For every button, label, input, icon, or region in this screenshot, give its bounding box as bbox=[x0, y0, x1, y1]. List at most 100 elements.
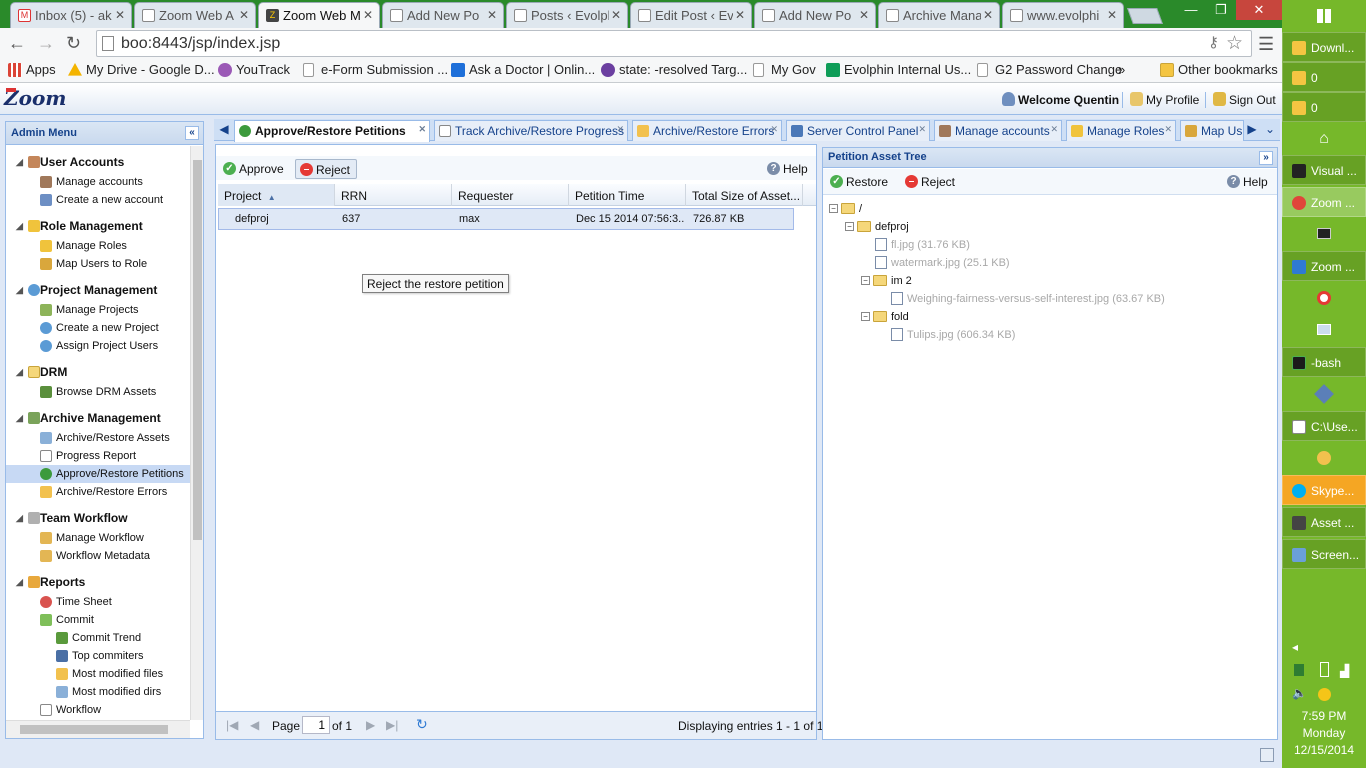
battery-icon[interactable] bbox=[1320, 662, 1329, 677]
tree-node-defproj[interactable]: − defproj bbox=[845, 219, 909, 235]
close-icon[interactable]: ✕ bbox=[487, 8, 497, 22]
taskbar-app-red[interactable] bbox=[1282, 283, 1366, 313]
column-header-requester[interactable]: Requester bbox=[452, 184, 569, 206]
menu-item-most-modified-dirs[interactable]: Most modified dirs bbox=[56, 683, 161, 701]
menu-item-create-account[interactable]: Create a new account bbox=[40, 191, 163, 209]
taskbar-item-folder-2[interactable]: 0 bbox=[1282, 92, 1366, 122]
new-tab-button[interactable] bbox=[1127, 8, 1163, 24]
taskbar-virtualbox[interactable] bbox=[1282, 379, 1366, 409]
bookmark-evolphin-internal[interactable]: Evolphin Internal Us... bbox=[826, 62, 971, 77]
menu-item-progress-report[interactable]: Progress Report bbox=[40, 447, 136, 465]
menu-group-team-workflow[interactable]: ◢ Team Workflow bbox=[16, 511, 128, 525]
collapse-left-icon[interactable]: « bbox=[185, 126, 199, 140]
collapse-triangle-icon[interactable]: ◢ bbox=[16, 285, 23, 296]
menu-item-archive-restore-errors[interactable]: Archive/Restore Errors bbox=[40, 483, 167, 501]
bookmark-g2-password[interactable]: G2 Password Change bbox=[977, 62, 1122, 77]
bookmark-other[interactable]: Other bookmarks bbox=[1160, 62, 1278, 77]
taskbar-item-asset[interactable]: Asset ... bbox=[1282, 507, 1366, 537]
tab-manage-accounts[interactable]: Manage accounts ✕ bbox=[934, 120, 1062, 141]
browser-menu-icon[interactable]: ☰ bbox=[1258, 34, 1274, 55]
tree-help-button[interactable]: ? Help bbox=[1223, 172, 1274, 192]
tab-close-icon[interactable]: ✕ bbox=[1164, 124, 1172, 135]
bookmark-star-icon[interactable]: ☆ bbox=[1226, 32, 1243, 55]
tab-server-control-panel[interactable]: Server Control Panel ✕ bbox=[786, 120, 930, 141]
collapse-node-icon[interactable]: − bbox=[861, 276, 870, 285]
tree-node-root[interactable]: − / bbox=[829, 201, 862, 217]
taskbar-item-bash[interactable]: -bash bbox=[1282, 347, 1366, 377]
first-page-icon[interactable]: |◀ bbox=[226, 718, 238, 732]
column-header-total-size[interactable]: Total Size of Asset... bbox=[686, 184, 803, 206]
reload-icon[interactable]: ↻ bbox=[66, 33, 81, 54]
menu-vertical-scrollbar[interactable] bbox=[190, 146, 203, 720]
column-header-project[interactable]: Project ▲ bbox=[218, 184, 335, 206]
bookmark-eform[interactable]: e-Form Submission ... bbox=[303, 62, 448, 77]
menu-item-workflow[interactable]: Workflow bbox=[40, 701, 101, 719]
bookmark-my-gov[interactable]: My Gov bbox=[753, 62, 816, 77]
show-hidden-icons-icon[interactable]: ◂ bbox=[1292, 640, 1298, 654]
minimize-icon[interactable]: — bbox=[1176, 0, 1206, 20]
close-icon[interactable]: ✕ bbox=[611, 8, 621, 22]
reject-button[interactable]: – Reject bbox=[295, 159, 358, 179]
close-icon[interactable]: ✕ bbox=[239, 8, 249, 22]
menu-horizontal-scrollbar[interactable] bbox=[6, 720, 190, 738]
restore-button[interactable]: ✓ Restore bbox=[826, 172, 894, 192]
column-header-rrn[interactable]: RRN bbox=[335, 184, 452, 206]
bookmark-ask-a-doctor[interactable]: Ask a Doctor | Onlin... bbox=[451, 62, 595, 77]
tree-node-im2[interactable]: − im 2 bbox=[861, 273, 912, 289]
menu-item-archive-restore-assets[interactable]: Archive/Restore Assets bbox=[40, 429, 170, 447]
tab-close-icon[interactable]: ✕ bbox=[918, 124, 926, 135]
taskbar-console[interactable] bbox=[1282, 219, 1366, 249]
taskbar-item-skype[interactable]: Skype... bbox=[1282, 475, 1366, 505]
menu-item-map-users-to-role[interactable]: Map Users to Role bbox=[40, 255, 147, 273]
table-row[interactable]: defproj 637 max Dec 15 2014 07:56:3... 7… bbox=[218, 208, 794, 230]
collapse-node-icon[interactable]: − bbox=[829, 204, 838, 213]
taskbar-item-zoom[interactable]: Zoom ... bbox=[1282, 251, 1366, 281]
taskbar-app-monitor[interactable] bbox=[1282, 315, 1366, 345]
window-close-icon[interactable]: ✕ bbox=[1236, 0, 1282, 20]
page-number-input[interactable] bbox=[302, 716, 330, 734]
bookmarks-overflow-button[interactable]: » bbox=[1118, 62, 1125, 77]
menu-group-project-management[interactable]: ◢ Project Management bbox=[16, 283, 157, 297]
forward-icon[interactable]: → bbox=[37, 33, 55, 54]
scrollbar-thumb[interactable] bbox=[193, 160, 202, 540]
last-page-icon[interactable]: ▶| bbox=[386, 718, 398, 732]
taskbar-item-folder-1[interactable]: 0 bbox=[1282, 62, 1366, 92]
browser-tab-add-new-post-2[interactable]: Add New Po ✕ bbox=[754, 2, 876, 28]
menu-group-drm[interactable]: ◢ DRM bbox=[16, 365, 67, 379]
restore-icon[interactable]: ❐ bbox=[1206, 0, 1236, 20]
close-icon[interactable]: ✕ bbox=[363, 8, 373, 22]
tab-close-icon[interactable]: ✕ bbox=[1050, 124, 1058, 135]
collapse-node-icon[interactable]: − bbox=[861, 312, 870, 321]
menu-item-browse-drm-assets[interactable]: Browse DRM Assets bbox=[40, 383, 156, 401]
back-icon[interactable]: ← bbox=[8, 33, 26, 54]
browser-tab-archive[interactable]: Archive Mana ✕ bbox=[878, 2, 1000, 28]
bookmark-youtrack[interactable]: YouTrack bbox=[218, 62, 290, 77]
browser-tab-evolphin[interactable]: www.evolphi ✕ bbox=[1002, 2, 1124, 28]
tree-node-file[interactable]: fl.jpg (31.76 KB) bbox=[861, 237, 970, 253]
tab-scroll-right-icon[interactable]: ▶ bbox=[1244, 119, 1260, 140]
tab-map-users[interactable]: Map Us bbox=[1180, 120, 1244, 141]
tab-list-menu-icon[interactable]: ⌄ bbox=[1262, 119, 1278, 140]
tab-close-icon[interactable]: ✕ bbox=[770, 124, 778, 135]
close-icon[interactable]: ✕ bbox=[983, 8, 993, 22]
previous-page-icon[interactable]: ◀ bbox=[250, 718, 259, 732]
taskbar-paint[interactable] bbox=[1282, 443, 1366, 473]
close-icon[interactable]: ✕ bbox=[1107, 8, 1117, 22]
bookmark-state-resolved[interactable]: state: -resolved Targ... bbox=[601, 62, 747, 77]
volume-icon[interactable]: 🔈 bbox=[1292, 686, 1307, 700]
menu-item-approve-restore-petitions[interactable]: Approve/Restore Petitions bbox=[6, 465, 190, 483]
tab-manage-roles[interactable]: Manage Roles ✕ bbox=[1066, 120, 1176, 141]
collapse-right-icon[interactable]: » bbox=[1259, 151, 1273, 165]
menu-group-role-management[interactable]: ◢ Role Management bbox=[16, 219, 143, 233]
network-app-icon[interactable] bbox=[1294, 664, 1304, 676]
close-icon[interactable]: ✕ bbox=[859, 8, 869, 22]
collapse-triangle-icon[interactable]: ◢ bbox=[16, 367, 23, 378]
tree-node-file[interactable]: watermark.jpg (25.1 KB) bbox=[861, 255, 1010, 271]
tree-node-file[interactable]: Tulips.jpg (606.34 KB) bbox=[877, 327, 1015, 343]
menu-item-most-modified-files[interactable]: Most modified files bbox=[56, 665, 163, 683]
collapse-triangle-icon[interactable]: ◢ bbox=[16, 221, 23, 232]
tree-reject-button[interactable]: – Reject bbox=[901, 172, 961, 192]
my-profile-link[interactable]: My Profile bbox=[1130, 92, 1199, 107]
menu-item-manage-projects[interactable]: Manage Projects bbox=[40, 301, 139, 319]
browser-tab-zoom-admin[interactable]: Zoom Web A ✕ bbox=[134, 2, 256, 28]
